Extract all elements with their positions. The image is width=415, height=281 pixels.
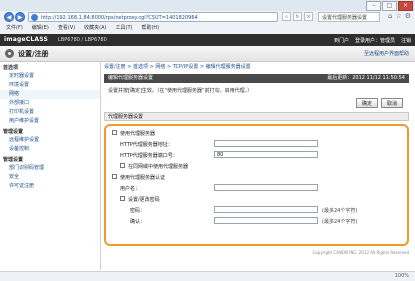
close-icon[interactable]: ×: [304, 12, 313, 21]
minimize-icon[interactable]: –: [366, 1, 381, 11]
menu-favorites[interactable]: 收藏夹(A): [84, 24, 106, 33]
help-link[interactable]: 至远程用户界面帮助: [364, 50, 409, 57]
menu-tools[interactable]: 工具(T): [116, 24, 133, 33]
menu-help[interactable]: 帮助(H): [141, 24, 159, 33]
username-label: 用户名：: [120, 186, 141, 192]
sidebar-item-remote-maintenance[interactable]: 远程维护设置: [0, 136, 100, 145]
star-icon[interactable]: ☆: [395, 12, 401, 20]
password-hint: (最多24个字符): [322, 208, 358, 214]
sidebar-group-management: 管理设置: [3, 129, 24, 135]
sidebar-item-security[interactable]: 安全: [0, 173, 100, 182]
use-auth-label: 使用代理服务器认证: [120, 175, 166, 181]
login-user: 登录用户：管理员: [354, 38, 395, 44]
brand-logo: imageCLASS: [4, 36, 48, 43]
panel-title: 代理服务器设置: [104, 112, 409, 121]
proxy-port-label: HTTP代理服务器端口号：: [120, 153, 178, 159]
address-tools: ⌕ ↻ ×: [282, 12, 313, 21]
settings-icon: [5, 49, 14, 58]
confirm-password-field[interactable]: [214, 217, 318, 224]
same-domain-label: 在同网域中使用代理服务器: [128, 164, 189, 170]
section-bar: 编辑代理服务器设置 最后更新：2012 11/12 11:50:54: [104, 74, 409, 83]
set-password-label: 设置/更改密码: [128, 197, 160, 203]
home-icon[interactable]: ⌂: [388, 12, 392, 20]
maximize-icon[interactable]: □: [382, 1, 397, 11]
logout-link[interactable]: 注销: [401, 37, 411, 44]
forward-button[interactable]: ▶: [15, 12, 25, 22]
refresh-icon[interactable]: ↻: [293, 12, 302, 21]
use-proxy-checkbox[interactable]: [112, 130, 117, 135]
tab-proxy-settings[interactable]: 设置代理服务器设置: [318, 12, 380, 22]
page-header: 设置/注册 至远程用户界面帮助: [0, 46, 415, 62]
window-controls: – □ ×: [366, 1, 413, 11]
browser-chrome: – □ × ◀ ▶ http://192.168.1.84:8000/rps/n…: [0, 0, 415, 35]
main-content: 设置/注册 > 首选项 > 网络 > TCP/IP设置 > 编辑代理服务器设置 …: [104, 62, 411, 270]
sidebar-group-admin: 管理设置: [3, 157, 24, 163]
menu-file[interactable]: 文件(F): [6, 24, 23, 33]
sidebar-item-device-control[interactable]: 设备控制: [0, 145, 100, 154]
confirm-hint: (最多24个字符): [322, 219, 358, 225]
proxy-port-field[interactable]: 80: [214, 151, 318, 158]
title-bar: – □ ×: [0, 0, 415, 11]
model-name: LBP6780 / LBP6780: [58, 37, 107, 43]
use-auth-checkbox[interactable]: [112, 174, 117, 179]
sidebar-item-external-interface[interactable]: 外部接口: [0, 99, 100, 108]
page-icon: [31, 14, 38, 21]
password-label: 密码：: [130, 208, 146, 214]
set-password-checkbox[interactable]: [120, 196, 125, 201]
username-field[interactable]: [214, 184, 318, 191]
same-domain-checkbox[interactable]: [120, 163, 125, 168]
last-update: 最后更新：2012 11/12 11:50:54: [327, 75, 405, 81]
sidebar-item-printer-settings[interactable]: 打印机设置: [0, 108, 100, 117]
cancel-button[interactable]: 取消: [381, 98, 403, 108]
proxy-settings-form: 使用代理服务器 HTTP代理服务器地址： HTTP代理服务器端口号： 80 在同…: [104, 124, 409, 246]
sidebar-item-network[interactable]: 网络: [0, 90, 100, 99]
password-field[interactable]: [214, 206, 318, 213]
confirm-label: 确认：: [130, 219, 146, 225]
back-button[interactable]: ◀: [4, 12, 14, 22]
page-title: 设置/注册: [18, 50, 49, 58]
use-proxy-label: 使用代理服务器: [120, 131, 156, 137]
browser-icons: ⌂ ☆ ⚙: [388, 12, 411, 20]
menu-edit[interactable]: 编辑(E): [32, 24, 49, 33]
gear-icon[interactable]: ⚙: [405, 12, 411, 20]
proxy-address-field[interactable]: [214, 140, 318, 147]
sidebar-item-timer[interactable]: 定时器设置: [0, 72, 100, 81]
sidebar-group-preferences: 首选项: [3, 65, 19, 71]
menu-bar: 文件(F) 编辑(E) 查看(V) 收藏夹(A) 工具(T) 帮助(H): [0, 24, 415, 33]
close-icon[interactable]: ×: [398, 1, 413, 11]
sidebar: 首选项 定时器设置 环境设置 网络 外部接口 打印机设置 用户维护设置 管理设置…: [0, 62, 101, 270]
brand-bar: imageCLASS LBP6780 / LBP6780 到门户 登录用户：管理…: [0, 34, 415, 46]
ok-button[interactable]: 确定: [356, 98, 378, 108]
copyright: Copyright CANON INC. 2012 All Rights Res…: [312, 250, 409, 255]
sidebar-item-user-maintenance[interactable]: 用户维护设置: [0, 117, 100, 126]
url-text: http://192.168.1.84:8000/rps/netproxy.cg…: [41, 15, 198, 21]
sidebar-item-environment[interactable]: 环境设置: [0, 81, 100, 90]
sidebar-item-department-id[interactable]: 部门识别码管理: [0, 164, 100, 173]
description: 设置并按[确定]生效。（在“使用代理服务器”前打勾，启用代理。）: [108, 88, 253, 94]
search-icon[interactable]: ⌕: [282, 12, 291, 21]
address-bar[interactable]: http://192.168.1.84:8000/rps/netproxy.cg…: [28, 12, 278, 22]
sidebar-item-license[interactable]: 许可证注册: [0, 182, 100, 191]
section-title: 编辑代理服务器设置: [108, 75, 154, 81]
proxy-address-label: HTTP代理服务器地址：: [120, 142, 173, 148]
breadcrumb[interactable]: 设置/注册 > 首选项 > 网络 > TCP/IP设置 > 编辑代理服务器设置: [104, 63, 251, 70]
menu-view[interactable]: 查看(V): [58, 24, 75, 33]
portal-link[interactable]: 到门户: [334, 37, 349, 44]
brand-links: 到门户 登录用户：管理员 注销: [334, 37, 411, 44]
tab-label: 设置代理服务器设置: [322, 15, 368, 21]
